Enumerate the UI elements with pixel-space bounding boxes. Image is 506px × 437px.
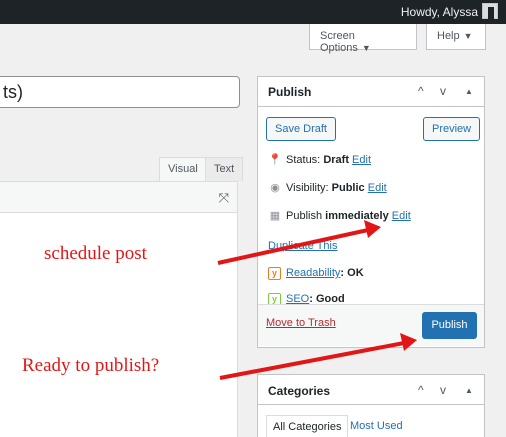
arrowhead-schedule (364, 220, 381, 238)
arrow-to-schedule-edit (217, 228, 369, 265)
arrow-to-publish-button (219, 341, 405, 380)
annotation-arrows (217, 220, 417, 380)
arrowhead-publish (400, 333, 417, 351)
